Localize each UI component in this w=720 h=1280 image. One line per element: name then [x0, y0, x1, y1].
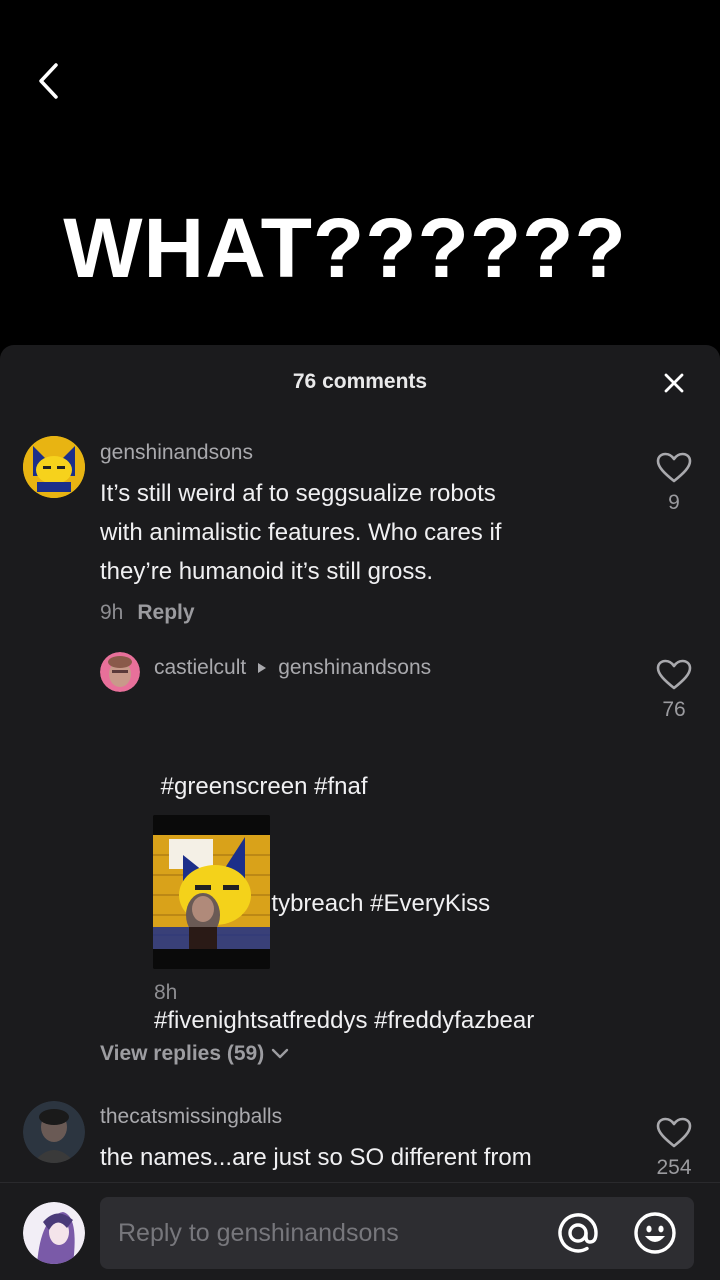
reply-arrow-icon — [258, 663, 267, 673]
like-button[interactable]: 9 — [654, 452, 694, 515]
video-thumbnail[interactable] — [153, 815, 270, 969]
comment-count: 76 comments — [292, 370, 428, 393]
comment-input[interactable]: Reply to genshinandsons — [100, 1197, 694, 1269]
comment-text: the names...are just so SO different fro… — [100, 1138, 640, 1177]
comment-text-line: It’s still weird af to seggsualize robot… — [100, 480, 496, 507]
comment-time: 9h — [100, 601, 124, 624]
like-button[interactable]: 254 — [654, 1117, 694, 1180]
comment-text-line: #greenscreen #fnaf — [154, 773, 368, 800]
reply-to-username[interactable]: genshinandsons — [278, 656, 431, 680]
heart-outline-icon — [656, 452, 692, 483]
comment-meta: 9h Reply — [100, 601, 195, 625]
close-icon — [664, 373, 684, 393]
comment-text-line: they’re humanoid it’s still gross. — [100, 558, 434, 585]
back-button[interactable] — [28, 58, 68, 104]
like-count: 76 — [662, 698, 686, 721]
avatar[interactable] — [23, 436, 85, 498]
view-replies-button[interactable]: View replies (59) — [100, 1042, 290, 1066]
reply-username-line: castielcult genshinandsons — [154, 656, 431, 680]
smiley-icon — [634, 1212, 676, 1254]
comment-text: It’s still weird af to seggsualize robot… — [100, 474, 640, 591]
heart-outline-icon — [656, 1117, 692, 1148]
chevron-left-icon — [39, 63, 58, 99]
at-sign-icon — [558, 1213, 598, 1253]
comment-username[interactable]: thecatsmissingballs — [100, 1105, 282, 1129]
heart-outline-icon — [656, 659, 692, 690]
like-button[interactable]: 76 — [654, 659, 694, 722]
comment-text-line: with animalistic features. Who cares if — [100, 519, 502, 546]
video-overlay-text: WHAT?????? — [63, 201, 627, 295]
avatar[interactable] — [23, 1101, 85, 1163]
comment-time: 8h — [154, 981, 178, 1004]
like-count: 9 — [668, 491, 680, 514]
my-avatar[interactable] — [23, 1202, 85, 1264]
comment-username[interactable]: castielcult — [154, 656, 246, 680]
comment-text-line: #fivenightsatfreddys #freddyfazbear — [154, 1007, 535, 1034]
comment-text-line: the names...are just so SO different fro… — [100, 1144, 532, 1171]
comment-composer: Reply to genshinandsons — [0, 1182, 720, 1280]
view-replies-label: View replies (59) — [100, 1042, 265, 1065]
comments-header: 76 comments — [0, 345, 720, 423]
comment-username[interactable]: genshinandsons — [100, 441, 253, 465]
video-area[interactable]: WHAT?????? — [0, 0, 720, 345]
mention-button[interactable] — [555, 1210, 601, 1256]
avatar[interactable] — [100, 652, 140, 692]
reply-button[interactable]: Reply — [137, 601, 194, 624]
like-count: 254 — [656, 1156, 692, 1179]
comment-input-placeholder: Reply to genshinandsons — [118, 1219, 399, 1247]
close-button[interactable] — [662, 371, 686, 395]
emoji-button[interactable] — [632, 1210, 678, 1256]
chevron-down-icon — [272, 1048, 289, 1059]
